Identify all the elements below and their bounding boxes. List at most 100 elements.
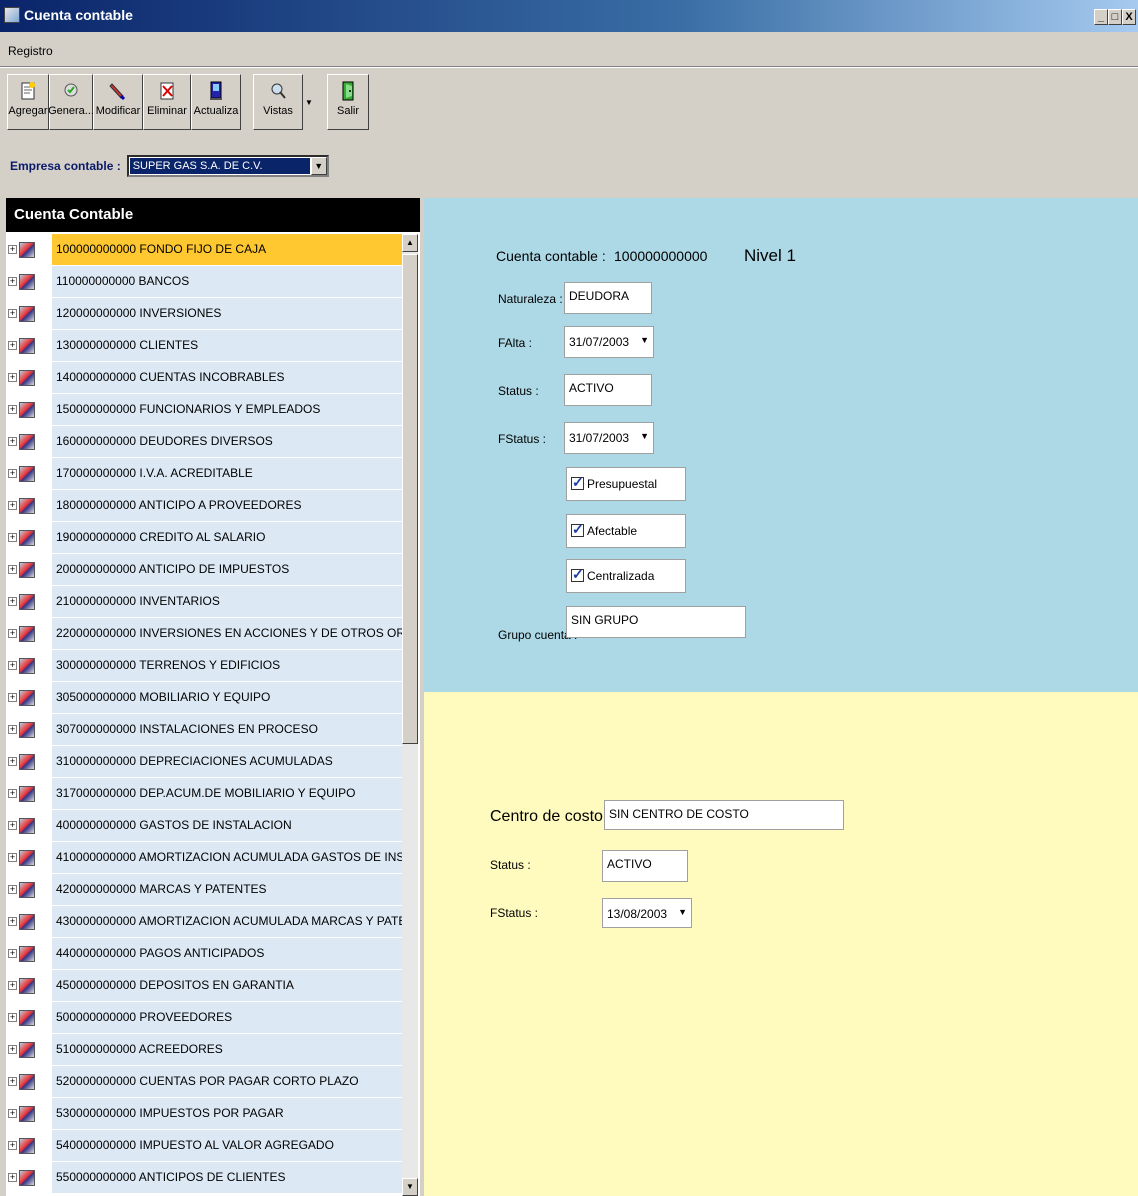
falta-datepicker[interactable]: 31/07/2003 ▼	[564, 326, 654, 358]
actualiza-button[interactable]: Actualiza	[191, 74, 241, 130]
account-label[interactable]: 550000000000 ANTICIPOS DE CLIENTES	[52, 1162, 402, 1194]
expand-icon[interactable]: +	[8, 757, 17, 766]
minimize-button[interactable]: _	[1094, 9, 1108, 25]
account-row[interactable]: +500000000000 PROVEEDORES	[6, 1002, 402, 1034]
account-label[interactable]: 310000000000 DEPRECIACIONES ACUMULADAS	[52, 746, 402, 778]
expand-icon[interactable]: +	[8, 853, 17, 862]
expand-icon[interactable]: +	[8, 565, 17, 574]
account-row[interactable]: +180000000000 ANTICIPO A PROVEEDORES	[6, 490, 402, 522]
account-row[interactable]: +450000000000 DEPOSITOS EN GARANTIA	[6, 970, 402, 1002]
scroll-down-button[interactable]: ▼	[402, 1178, 418, 1196]
account-label[interactable]: 430000000000 AMORTIZACION ACUMULADA MARC…	[52, 906, 402, 938]
account-label[interactable]: 160000000000 DEUDORES DIVERSOS	[52, 426, 402, 458]
expand-icon[interactable]: +	[8, 1173, 17, 1182]
account-row[interactable]: +400000000000 GASTOS DE INSTALACION	[6, 810, 402, 842]
account-row[interactable]: +440000000000 PAGOS ANTICIPADOS	[6, 938, 402, 970]
expand-icon[interactable]: +	[8, 597, 17, 606]
account-label[interactable]: 140000000000 CUENTAS INCOBRABLES	[52, 362, 402, 394]
account-label[interactable]: 520000000000 CUENTAS POR PAGAR CORTO PLA…	[52, 1066, 402, 1098]
account-row[interactable]: +200000000000 ANTICIPO DE IMPUESTOS	[6, 554, 402, 586]
expand-icon[interactable]: +	[8, 629, 17, 638]
costo-status-field[interactable]: ACTIVO	[602, 850, 688, 882]
eliminar-button[interactable]: Eliminar	[143, 74, 191, 130]
account-row[interactable]: +430000000000 AMORTIZACION ACUMULADA MAR…	[6, 906, 402, 938]
expand-icon[interactable]: +	[8, 821, 17, 830]
account-row[interactable]: +530000000000 IMPUESTOS POR PAGAR	[6, 1098, 402, 1130]
scroll-thumb[interactable]	[402, 254, 418, 744]
account-label[interactable]: 420000000000 MARCAS Y PATENTES	[52, 874, 402, 906]
expand-icon[interactable]: +	[8, 1109, 17, 1118]
vistas-button[interactable]: Vistas	[253, 74, 303, 130]
account-row[interactable]: +120000000000 INVERSIONES	[6, 298, 402, 330]
account-row[interactable]: +140000000000 CUENTAS INCOBRABLES	[6, 362, 402, 394]
account-label[interactable]: 220000000000 INVERSIONES EN ACCIONES Y D…	[52, 618, 402, 650]
expand-icon[interactable]: +	[8, 981, 17, 990]
expand-icon[interactable]: +	[8, 661, 17, 670]
menu-registro[interactable]: Registro	[8, 44, 53, 58]
expand-icon[interactable]: +	[8, 533, 17, 542]
expand-icon[interactable]: +	[8, 885, 17, 894]
expand-icon[interactable]: +	[8, 501, 17, 510]
expand-icon[interactable]: +	[8, 789, 17, 798]
account-label[interactable]: 410000000000 AMORTIZACION ACUMULADA GAST…	[52, 842, 402, 874]
account-label[interactable]: 150000000000 FUNCIONARIOS Y EMPLEADOS	[52, 394, 402, 426]
costo-fstatus-datepicker[interactable]: 13/08/2003 ▼	[602, 898, 692, 928]
agregar-button[interactable]: Agregar	[7, 74, 49, 130]
account-row[interactable]: +210000000000 INVENTARIOS	[6, 586, 402, 618]
account-row[interactable]: +170000000000 I.V.A. ACREDITABLE	[6, 458, 402, 490]
expand-icon[interactable]: +	[8, 469, 17, 478]
account-label[interactable]: 170000000000 I.V.A. ACREDITABLE	[52, 458, 402, 490]
grupo-cuenta-field[interactable]: SIN GRUPO	[566, 606, 746, 638]
close-button[interactable]: X	[1122, 9, 1136, 25]
account-row[interactable]: +540000000000 IMPUESTO AL VALOR AGREGADO	[6, 1130, 402, 1162]
account-row[interactable]: +550000000000 ANTICIPOS DE CLIENTES	[6, 1162, 402, 1194]
account-row[interactable]: +220000000000 INVERSIONES EN ACCIONES Y …	[6, 618, 402, 650]
expand-icon[interactable]: +	[8, 693, 17, 702]
account-label[interactable]: 500000000000 PROVEEDORES	[52, 1002, 402, 1034]
expand-icon[interactable]: +	[8, 1013, 17, 1022]
empresa-select[interactable]: SUPER GAS S.A. DE C.V. ▼	[126, 155, 329, 177]
centro-costo-field[interactable]: SIN CENTRO DE COSTO	[604, 800, 844, 830]
genera-button[interactable]: Genera...	[48, 74, 94, 130]
account-label[interactable]: 110000000000 BANCOS	[52, 266, 402, 298]
modificar-button[interactable]: Modificar	[93, 74, 143, 130]
vistas-dropdown-arrow[interactable]: ▼	[303, 74, 315, 130]
account-label[interactable]: 540000000000 IMPUESTO AL VALOR AGREGADO	[52, 1130, 402, 1162]
expand-icon[interactable]: +	[8, 277, 17, 286]
restore-button[interactable]: □	[1108, 9, 1122, 25]
account-row[interactable]: +305000000000 MOBILIARIO Y EQUIPO	[6, 682, 402, 714]
account-row[interactable]: +160000000000 DEUDORES DIVERSOS	[6, 426, 402, 458]
account-row[interactable]: +100000000000 FONDO FIJO DE CAJA	[6, 234, 402, 266]
account-label[interactable]: 300000000000 TERRENOS Y EDIFICIOS	[52, 650, 402, 682]
expand-icon[interactable]: +	[8, 917, 17, 926]
account-row[interactable]: +190000000000 CREDITO AL SALARIO	[6, 522, 402, 554]
expand-icon[interactable]: +	[8, 1077, 17, 1086]
expand-icon[interactable]: +	[8, 437, 17, 446]
chevron-down-icon[interactable]: ▼	[640, 335, 649, 345]
presupuestal-checkbox[interactable]: Presupuestal	[566, 467, 686, 501]
expand-icon[interactable]: +	[8, 341, 17, 350]
afectable-checkbox[interactable]: Afectable	[566, 514, 686, 548]
account-label[interactable]: 510000000000 ACREEDORES	[52, 1034, 402, 1066]
account-row[interactable]: +510000000000 ACREEDORES	[6, 1034, 402, 1066]
account-label[interactable]: 210000000000 INVENTARIOS	[52, 586, 402, 618]
account-label[interactable]: 530000000000 IMPUESTOS POR PAGAR	[52, 1098, 402, 1130]
account-row[interactable]: +110000000000 BANCOS	[6, 266, 402, 298]
account-label[interactable]: 450000000000 DEPOSITOS EN GARANTIA	[52, 970, 402, 1002]
account-label[interactable]: 100000000000 FONDO FIJO DE CAJA	[52, 234, 402, 266]
account-label[interactable]: 305000000000 MOBILIARIO Y EQUIPO	[52, 682, 402, 714]
chevron-down-icon[interactable]: ▼	[310, 157, 327, 175]
account-label[interactable]: 190000000000 CREDITO AL SALARIO	[52, 522, 402, 554]
scroll-up-button[interactable]: ▲	[402, 234, 418, 252]
fstatus-datepicker[interactable]: 31/07/2003 ▼	[564, 422, 654, 454]
account-row[interactable]: +130000000000 CLIENTES	[6, 330, 402, 362]
account-row[interactable]: +410000000000 AMORTIZACION ACUMULADA GAS…	[6, 842, 402, 874]
vertical-scrollbar[interactable]: ▲ ▼	[402, 234, 418, 1196]
account-row[interactable]: +317000000000 DEP.ACUM.DE MOBILIARIO Y E…	[6, 778, 402, 810]
salir-button[interactable]: Salir	[327, 74, 369, 130]
expand-icon[interactable]: +	[8, 1141, 17, 1150]
account-row[interactable]: +300000000000 TERRENOS Y EDIFICIOS	[6, 650, 402, 682]
account-label[interactable]: 120000000000 INVERSIONES	[52, 298, 402, 330]
account-label[interactable]: 307000000000 INSTALACIONES EN PROCESO	[52, 714, 402, 746]
account-label[interactable]: 400000000000 GASTOS DE INSTALACION	[52, 810, 402, 842]
